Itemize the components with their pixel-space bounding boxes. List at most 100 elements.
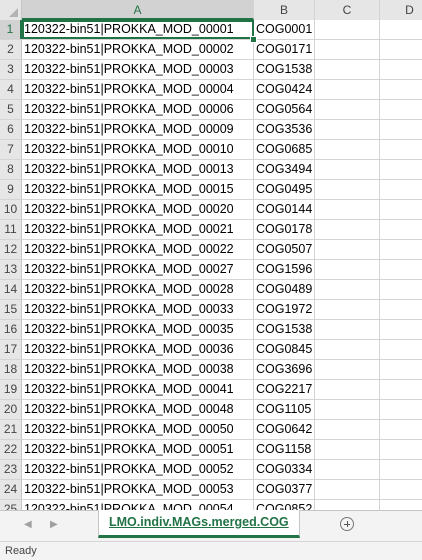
cell-a[interactable]: 120322-bin51|PROKKA_MOD_00021 [22,220,254,239]
cell-c[interactable] [315,380,380,399]
cell-b[interactable]: COG0171 [254,40,315,59]
row-header[interactable]: 19 [0,380,22,399]
column-header-b[interactable]: B [254,0,315,20]
row-header[interactable]: 13 [0,260,22,279]
cell-c[interactable] [315,220,380,239]
row-header[interactable]: 4 [0,80,22,99]
cell-c[interactable] [315,40,380,59]
triangle-right-icon[interactable]: ▶ [50,519,58,530]
cell-d[interactable] [380,280,422,299]
cell-c[interactable] [315,260,380,279]
cell-a[interactable]: 120322-bin51|PROKKA_MOD_00027 [22,260,254,279]
cell-d[interactable] [380,420,422,439]
column-header-c[interactable]: C [315,0,380,20]
row-header[interactable]: 10 [0,200,22,219]
cell-d[interactable] [380,340,422,359]
row-header[interactable]: 18 [0,360,22,379]
cell-b[interactable]: COG0144 [254,200,315,219]
row-header[interactable]: 21 [0,420,22,439]
cell-c[interactable] [315,400,380,419]
cell-a[interactable]: 120322-bin51|PROKKA_MOD_00015 [22,180,254,199]
cell-d[interactable] [380,480,422,499]
cell-a[interactable]: 120322-bin51|PROKKA_MOD_00006 [22,100,254,119]
cell-d[interactable] [380,60,422,79]
cell-d[interactable] [380,200,422,219]
cell-a[interactable]: 120322-bin51|PROKKA_MOD_00054 [22,500,254,510]
cell-c[interactable] [315,360,380,379]
cell-d[interactable] [380,120,422,139]
cell-d[interactable] [380,440,422,459]
cell-c[interactable] [315,200,380,219]
cell-b[interactable]: COG0642 [254,420,315,439]
cell-a[interactable]: 120322-bin51|PROKKA_MOD_00048 [22,400,254,419]
fill-handle[interactable] [250,36,257,43]
cell-b[interactable]: COG0334 [254,460,315,479]
cell-a[interactable]: 120322-bin51|PROKKA_MOD_00053 [22,480,254,499]
cell-c[interactable] [315,500,380,510]
cell-d[interactable] [380,380,422,399]
cell-d[interactable] [380,80,422,99]
cell-b[interactable]: COG3536 [254,120,315,139]
cell-c[interactable] [315,120,380,139]
cell-b[interactable]: COG0845 [254,340,315,359]
row-header[interactable]: 16 [0,320,22,339]
cell-a[interactable]: 120322-bin51|PROKKA_MOD_00002 [22,40,254,59]
cell-a[interactable]: 120322-bin51|PROKKA_MOD_00052 [22,460,254,479]
cell-a[interactable]: 120322-bin51|PROKKA_MOD_00004 [22,80,254,99]
cell-c[interactable] [315,420,380,439]
column-header-d[interactable]: D [380,0,422,20]
cell-d[interactable] [380,100,422,119]
cell-b[interactable]: COG0001 [254,20,315,39]
cell-c[interactable] [315,460,380,479]
cell-b[interactable]: COG1538 [254,320,315,339]
cell-b[interactable]: COG0852 [254,500,315,510]
row-header[interactable]: 15 [0,300,22,319]
cell-d[interactable] [380,360,422,379]
plus-circle-icon[interactable] [340,517,354,531]
cell-c[interactable] [315,60,380,79]
row-header[interactable]: 17 [0,340,22,359]
cell-b[interactable]: COG0685 [254,140,315,159]
cell-a[interactable]: 120322-bin51|PROKKA_MOD_00051 [22,440,254,459]
cell-b[interactable]: COG0507 [254,240,315,259]
cell-b[interactable]: COG3696 [254,360,315,379]
cell-b[interactable]: COG1538 [254,60,315,79]
cell-a[interactable]: 120322-bin51|PROKKA_MOD_00038 [22,360,254,379]
cell-c[interactable] [315,240,380,259]
row-header[interactable]: 9 [0,180,22,199]
cell-d[interactable] [380,400,422,419]
cell-c[interactable] [315,20,380,39]
cell-d[interactable] [380,460,422,479]
cell-a[interactable]: 120322-bin51|PROKKA_MOD_00009 [22,120,254,139]
cell-a[interactable]: 120322-bin51|PROKKA_MOD_00036 [22,340,254,359]
row-header[interactable]: 2 [0,40,22,59]
cell-a[interactable]: 120322-bin51|PROKKA_MOD_00003 [22,60,254,79]
triangle-left-icon[interactable]: ◀ [24,519,32,530]
cell-a[interactable]: 120322-bin51|PROKKA_MOD_00020 [22,200,254,219]
cell-b[interactable]: COG0424 [254,80,315,99]
cell-b[interactable]: COG1158 [254,440,315,459]
cell-d[interactable] [380,40,422,59]
cell-d[interactable] [380,180,422,199]
cell-d[interactable] [380,500,422,510]
cell-a[interactable]: 120322-bin51|PROKKA_MOD_00022 [22,240,254,259]
row-header[interactable]: 22 [0,440,22,459]
cell-d[interactable] [380,160,422,179]
row-header[interactable]: 11 [0,220,22,239]
row-header[interactable]: 25 [0,500,22,510]
cell-b[interactable]: COG0564 [254,100,315,119]
cell-c[interactable] [315,160,380,179]
cell-b[interactable]: COG1596 [254,260,315,279]
cell-a[interactable]: 120322-bin51|PROKKA_MOD_00010 [22,140,254,159]
cell-c[interactable] [315,300,380,319]
cell-a[interactable]: 120322-bin51|PROKKA_MOD_00013 [22,160,254,179]
cell-a-selected[interactable]: 120322-bin51|PROKKA_MOD_00001 [22,20,254,39]
select-all-corner[interactable] [0,0,22,20]
cell-c[interactable] [315,180,380,199]
cell-b[interactable]: COG0489 [254,280,315,299]
cell-d[interactable] [380,300,422,319]
row-header[interactable]: 8 [0,160,22,179]
cell-c[interactable] [315,140,380,159]
cell-c[interactable] [315,340,380,359]
cell-b[interactable]: COG1972 [254,300,315,319]
